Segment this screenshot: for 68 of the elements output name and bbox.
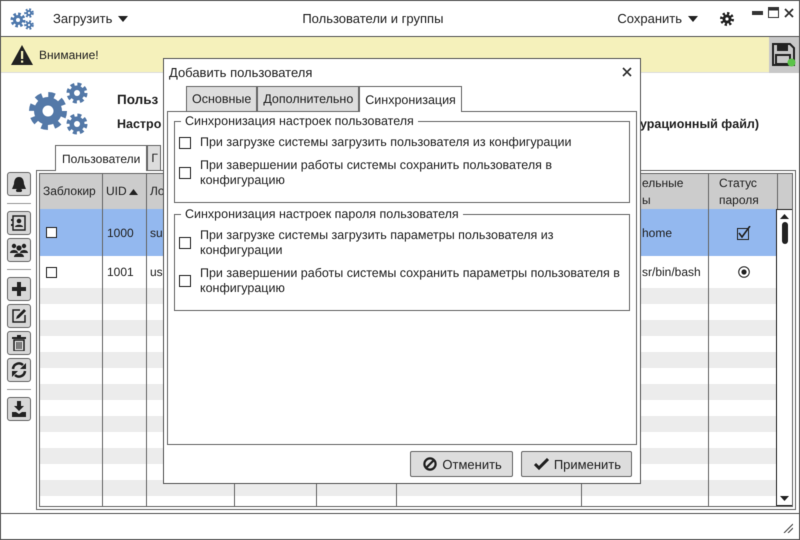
user-card-button[interactable] (6, 211, 30, 235)
dialog-title: Добавить пользователя (169, 64, 312, 80)
edit-icon (10, 308, 26, 324)
cancel-button[interactable]: Отменить (410, 451, 513, 477)
checkbox[interactable] (179, 275, 191, 287)
table-cell: 1000 (107, 226, 134, 240)
import-button[interactable] (6, 397, 30, 421)
refresh-button[interactable] (6, 358, 30, 382)
window-title: Пользователи и группы (301, 11, 444, 26)
page-subtitle: Настро (117, 116, 162, 130)
caret-icon (688, 16, 698, 22)
add-button[interactable] (6, 277, 30, 301)
minimize-icon[interactable] (752, 10, 763, 14)
scrollbar[interactable] (776, 209, 792, 506)
table-cell: 1001 (107, 265, 134, 279)
checkbox[interactable] (46, 266, 57, 278)
trash-icon (12, 335, 26, 351)
checkbox[interactable] (179, 167, 191, 179)
maximize-icon[interactable] (768, 7, 779, 18)
scrollbar-thumb[interactable] (782, 222, 788, 244)
tab[interactable]: Пользователи (55, 145, 148, 171)
bell-icon (10, 176, 26, 192)
checkbox[interactable] (736, 226, 750, 240)
page-subtitle: урационный файл) (640, 116, 759, 130)
close-icon[interactable] (784, 8, 794, 18)
scroll-up-icon[interactable] (780, 214, 789, 219)
gears-icon (9, 6, 35, 30)
plus-icon (12, 282, 26, 296)
table-cell: su (150, 226, 163, 240)
table-cell: sr/bin/bash (642, 265, 701, 279)
groups-button[interactable] (6, 238, 30, 262)
check-icon (534, 458, 549, 470)
caret-icon (118, 16, 128, 22)
scroll-down-icon[interactable] (780, 496, 789, 501)
save-button[interactable] (769, 36, 799, 72)
checkbox-label: При завершении работы системы сохранить параметры пользователя в конфигурацию (200, 266, 621, 296)
contact-card-icon (10, 215, 26, 231)
delete-button[interactable] (6, 331, 30, 355)
close-icon[interactable] (622, 67, 632, 77)
users-icon (10, 243, 28, 257)
page-title: Польз (117, 92, 158, 106)
load-menu[interactable]: Загрузить (51, 11, 130, 26)
save-menu[interactable]: Сохранить (615, 11, 700, 26)
cancel-icon (423, 457, 438, 471)
tab[interactable]: Дополнительно (257, 86, 360, 111)
resize-grip-icon[interactable] (783, 523, 793, 533)
tab[interactable]: Основные (186, 86, 258, 111)
checkbox-label: При загрузке системы загрузить параметры пользователя из конфигурации (200, 228, 554, 258)
group-title: Синхронизация настроек пользователя (184, 114, 415, 128)
checkbox[interactable] (179, 136, 191, 148)
checkbox-label: При завершении работы системы сохранить пользователя в конфигурацию (200, 158, 554, 188)
checkbox[interactable] (46, 227, 57, 238)
warning-icon (11, 44, 33, 64)
tab[interactable]: Г (147, 145, 162, 170)
checkbox-label: При загрузке системы загрузить пользователя из конфигурации (200, 135, 572, 150)
warning-text: Внимание! (39, 48, 100, 62)
checkbox[interactable] (179, 237, 191, 249)
radio-button[interactable] (738, 266, 750, 278)
edit-button[interactable] (6, 304, 30, 328)
tab[interactable]: Синхронизация (359, 86, 462, 112)
refresh-icon (10, 362, 26, 378)
table-cell: home (642, 226, 672, 240)
apply-button[interactable]: Применить (520, 451, 632, 477)
table-cell: us (150, 265, 163, 279)
download-icon (10, 401, 26, 417)
notifications-button[interactable] (6, 172, 30, 196)
settings-icon[interactable] (720, 12, 734, 26)
group-title: Синхронизация настроек пароля пользователя (184, 207, 460, 221)
